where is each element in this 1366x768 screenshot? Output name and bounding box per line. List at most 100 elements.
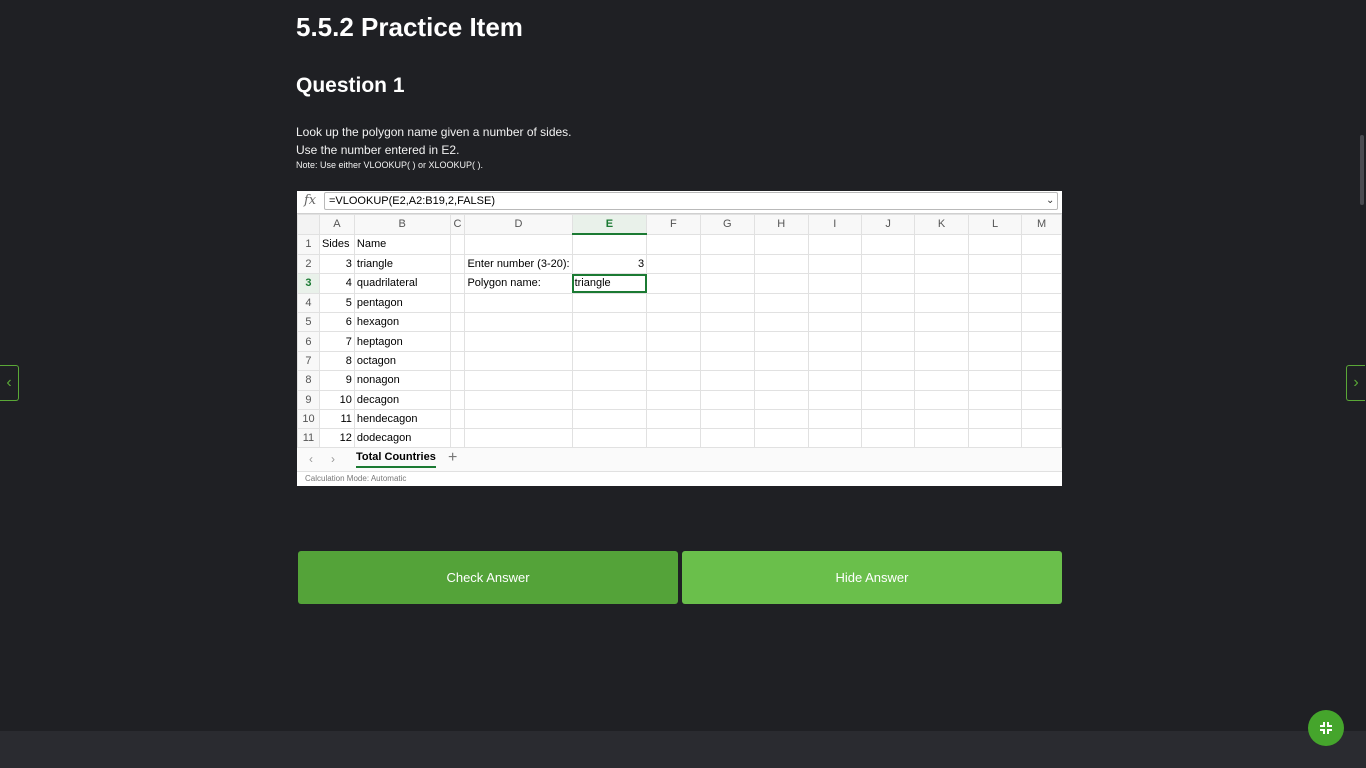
cell-m10[interactable] (1021, 408, 1062, 430)
cell-a9[interactable]: 10 (318, 389, 355, 410)
cell-h11[interactable] (754, 428, 809, 449)
cell-f2[interactable] (646, 253, 701, 275)
cell-d11[interactable] (464, 428, 573, 449)
cell-b4[interactable]: pentagon (353, 292, 451, 313)
cell-j6[interactable] (860, 331, 916, 352)
cell-c7[interactable] (449, 350, 466, 372)
page-scrollbar[interactable] (1360, 135, 1364, 205)
cell-m11[interactable] (1021, 428, 1062, 449)
cell-k9[interactable] (914, 389, 969, 410)
cell-g7[interactable] (699, 350, 756, 372)
cell-j11[interactable] (860, 428, 916, 449)
cell-m3[interactable] (1021, 273, 1062, 294)
cell-l4[interactable] (967, 292, 1023, 313)
row-header[interactable]: 11 (297, 428, 320, 449)
cell-b8[interactable]: nonagon (353, 370, 451, 391)
cell-d2[interactable]: Enter number (3-20): (464, 253, 573, 275)
cell-b2[interactable]: triangle (353, 253, 451, 275)
cell-h6[interactable] (754, 331, 809, 352)
cell-h4[interactable] (754, 292, 809, 313)
cell-c11[interactable] (449, 428, 466, 449)
cell-j7[interactable] (860, 350, 916, 372)
cell-l10[interactable] (967, 408, 1023, 430)
cell-j5[interactable] (860, 311, 916, 333)
sheet-tab-total-countries[interactable]: Total Countries (356, 451, 436, 468)
cell-f7[interactable] (646, 350, 701, 372)
cell-d10[interactable] (464, 408, 573, 430)
cell-m1[interactable] (1021, 233, 1062, 255)
cell-l6[interactable] (967, 331, 1023, 352)
cell-g2[interactable] (699, 253, 756, 275)
cell-f4[interactable] (646, 292, 701, 313)
cell-k2[interactable] (914, 253, 969, 275)
row-header[interactable]: 1 (297, 233, 320, 255)
cell-i1[interactable] (807, 233, 862, 255)
column-header-h[interactable]: H (754, 214, 809, 235)
row-header[interactable]: 7 (297, 350, 320, 372)
cell-c8[interactable] (449, 370, 466, 391)
cell-i11[interactable] (807, 428, 862, 449)
cell-h9[interactable] (754, 389, 809, 410)
cell-d4[interactable] (464, 292, 573, 313)
column-header-m[interactable]: M (1021, 214, 1062, 235)
cell-e4[interactable] (571, 292, 648, 313)
cell-m4[interactable] (1021, 292, 1062, 313)
cell-a4[interactable]: 5 (318, 292, 355, 313)
cell-g5[interactable] (699, 311, 756, 333)
column-header-g[interactable]: G (699, 214, 756, 235)
cell-a10[interactable]: 11 (318, 408, 355, 430)
cell-e6[interactable] (571, 331, 648, 352)
cell-i5[interactable] (807, 311, 862, 333)
cell-m9[interactable] (1021, 389, 1062, 410)
chevron-down-icon[interactable]: ⌄ (1046, 195, 1054, 206)
cell-f5[interactable] (646, 311, 701, 333)
cell-h3[interactable] (754, 273, 809, 294)
cell-a6[interactable]: 7 (318, 331, 355, 352)
cell-m8[interactable] (1021, 370, 1062, 391)
cell-g11[interactable] (699, 428, 756, 449)
tab-scroll-left-icon[interactable]: ‹ (309, 452, 313, 466)
cell-f1[interactable] (646, 233, 701, 255)
cell-l3[interactable] (967, 273, 1023, 294)
column-header-f[interactable]: F (646, 214, 701, 235)
column-header-e[interactable]: E (571, 214, 648, 236)
cell-l11[interactable] (967, 428, 1023, 449)
cell-d5[interactable] (464, 311, 573, 333)
cell-f10[interactable] (646, 408, 701, 430)
cell-c5[interactable] (449, 311, 466, 333)
cell-l8[interactable] (967, 370, 1023, 391)
cell-b7[interactable]: octagon (353, 350, 451, 372)
column-header-d[interactable]: D (464, 214, 573, 235)
cell-a3[interactable]: 4 (318, 273, 355, 294)
cell-h2[interactable] (754, 253, 809, 275)
cell-f9[interactable] (646, 389, 701, 410)
cell-k8[interactable] (914, 370, 969, 391)
cell-h5[interactable] (754, 311, 809, 333)
cell-c9[interactable] (449, 389, 466, 410)
cell-j2[interactable] (860, 253, 916, 275)
cell-k1[interactable] (914, 233, 969, 255)
cell-b10[interactable]: hendecagon (353, 408, 451, 430)
cell-k4[interactable] (914, 292, 969, 313)
hide-answer-button[interactable]: Hide Answer (682, 551, 1062, 604)
cell-l7[interactable] (967, 350, 1023, 372)
cell-e9[interactable] (571, 389, 648, 410)
row-header[interactable]: 4 (297, 292, 320, 313)
cell-e7[interactable] (571, 350, 648, 372)
cell-f11[interactable] (646, 428, 701, 449)
cell-b11[interactable]: dodecagon (353, 428, 451, 449)
row-header[interactable]: 6 (297, 331, 320, 352)
cell-g4[interactable] (699, 292, 756, 313)
cell-a5[interactable]: 6 (318, 311, 355, 333)
cell-k5[interactable] (914, 311, 969, 333)
cell-b5[interactable]: hexagon (353, 311, 451, 333)
cell-c10[interactable] (449, 408, 466, 430)
cell-m5[interactable] (1021, 311, 1062, 333)
cell-d7[interactable] (464, 350, 573, 372)
cell-f6[interactable] (646, 331, 701, 352)
cell-j10[interactable] (860, 408, 916, 430)
cell-j4[interactable] (860, 292, 916, 313)
cell-l2[interactable] (967, 253, 1023, 275)
column-header-k[interactable]: K (914, 214, 969, 235)
cell-g6[interactable] (699, 331, 756, 352)
